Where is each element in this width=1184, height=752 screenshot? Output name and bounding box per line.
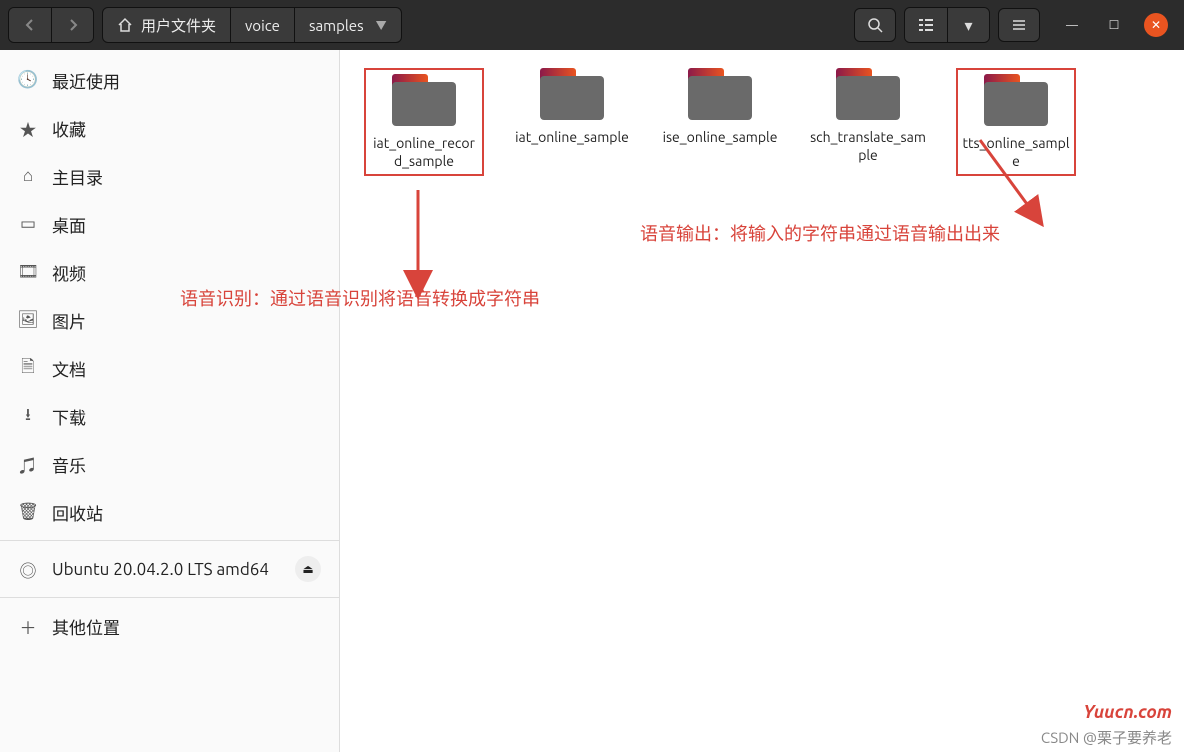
folder-icon [836, 68, 900, 120]
folder-item[interactable]: sch_​translate_​sample [808, 68, 928, 164]
sidebar-item-starred[interactable]: ★收藏 [0, 104, 339, 152]
folder-icon [984, 74, 1048, 126]
folder-item[interactable]: iat_​online_​record_​sample [364, 68, 484, 176]
folder-icon [688, 68, 752, 120]
download-icon: ⭳ [18, 402, 38, 431]
watermark-csdn: CSDN @栗子要养老 [1041, 727, 1172, 748]
folder-icon [540, 68, 604, 120]
folder-label: ise_​online_​sample [663, 128, 778, 146]
watermark-site: Yuucn.com [1083, 702, 1172, 722]
disk-icon: ◎ [18, 557, 38, 582]
music-icon: ♫ [18, 452, 38, 477]
view-group: ▾ [904, 7, 990, 43]
folder-label: iat_​online_​sample [515, 128, 629, 146]
clock-icon: 🕓 [18, 70, 38, 90]
home-icon [117, 17, 133, 33]
chevron-down-icon: ▼ [376, 17, 387, 33]
sidebar-item-recent[interactable]: 🕓最近使用 [0, 56, 339, 104]
sidebar-item-music[interactable]: ♫音乐 [0, 440, 339, 488]
window-controls: — ☐ ✕ [1060, 13, 1168, 37]
forward-button[interactable] [51, 8, 93, 42]
breadcrumb-voice[interactable]: voice [230, 8, 294, 42]
close-button[interactable]: ✕ [1144, 13, 1168, 37]
sidebar-item-desktop[interactable]: ▭桌面 [0, 200, 339, 248]
search-button[interactable] [854, 8, 896, 42]
sidebar-item-downloads[interactable]: ⭳下载 [0, 392, 339, 440]
view-options-button[interactable]: ▾ [947, 8, 989, 42]
breadcrumb-home[interactable]: 用户文件夹 [103, 8, 230, 42]
sidebar-item-documents[interactable]: 🗎文档 [0, 344, 339, 392]
breadcrumb: 用户文件夹 voice samples ▼ [102, 7, 402, 43]
plus-icon: ＋ [18, 614, 38, 639]
sidebar: 🕓最近使用 ★收藏 ⌂主目录 ▭桌面 🎞视频 🖼图片 🗎文档 ⭳下载 ♫音乐 🗑… [0, 50, 340, 752]
folder-item[interactable]: iat_​online_​sample [512, 68, 632, 146]
menu-button[interactable] [998, 8, 1040, 42]
breadcrumb-samples[interactable]: samples ▼ [294, 8, 401, 42]
annotation-arrow-left [398, 190, 438, 300]
annotation-right: 语音输出：将输入的字符串通过语音输出出来 [640, 220, 1180, 246]
minimize-button[interactable]: — [1060, 13, 1084, 37]
picture-icon: 🖼 [18, 310, 38, 330]
maximize-button[interactable]: ☐ [1102, 13, 1126, 37]
breadcrumb-home-label: 用户文件夹 [141, 15, 216, 36]
back-button[interactable] [9, 8, 51, 42]
home-icon: ⌂ [18, 166, 38, 186]
star-icon: ★ [18, 116, 38, 141]
folder-item[interactable]: ise_​online_​sample [660, 68, 780, 146]
content-area: iat_​online_​record_​sample iat_​online_​… [340, 50, 1184, 752]
video-icon: 🎞 [18, 262, 38, 282]
folder-label: iat_​online_​record_​sample [370, 134, 478, 170]
list-view-button[interactable] [905, 8, 947, 42]
folder-icon [392, 74, 456, 126]
sidebar-item-disk[interactable]: ◎Ubuntu 20.04.2.0 LTS amd64⏏ [0, 545, 339, 593]
trash-icon: 🗑 [18, 502, 38, 522]
annotation-left: 语音识别：通过语音识别将语音转换成字符串 [180, 285, 740, 311]
sidebar-item-other[interactable]: ＋其他位置 [0, 602, 339, 650]
sidebar-item-trash[interactable]: 🗑回收站 [0, 488, 339, 536]
nav-group [8, 7, 94, 43]
sidebar-item-home[interactable]: ⌂主目录 [0, 152, 339, 200]
titlebar: 用户文件夹 voice samples ▼ ▾ — ☐ ✕ [0, 0, 1184, 50]
desktop-icon: ▭ [18, 214, 38, 234]
document-icon: 🗎 [18, 354, 38, 383]
folder-label: sch_​translate_​sample [808, 128, 928, 164]
eject-button[interactable]: ⏏ [295, 556, 321, 582]
annotation-arrow-right [970, 130, 1050, 230]
